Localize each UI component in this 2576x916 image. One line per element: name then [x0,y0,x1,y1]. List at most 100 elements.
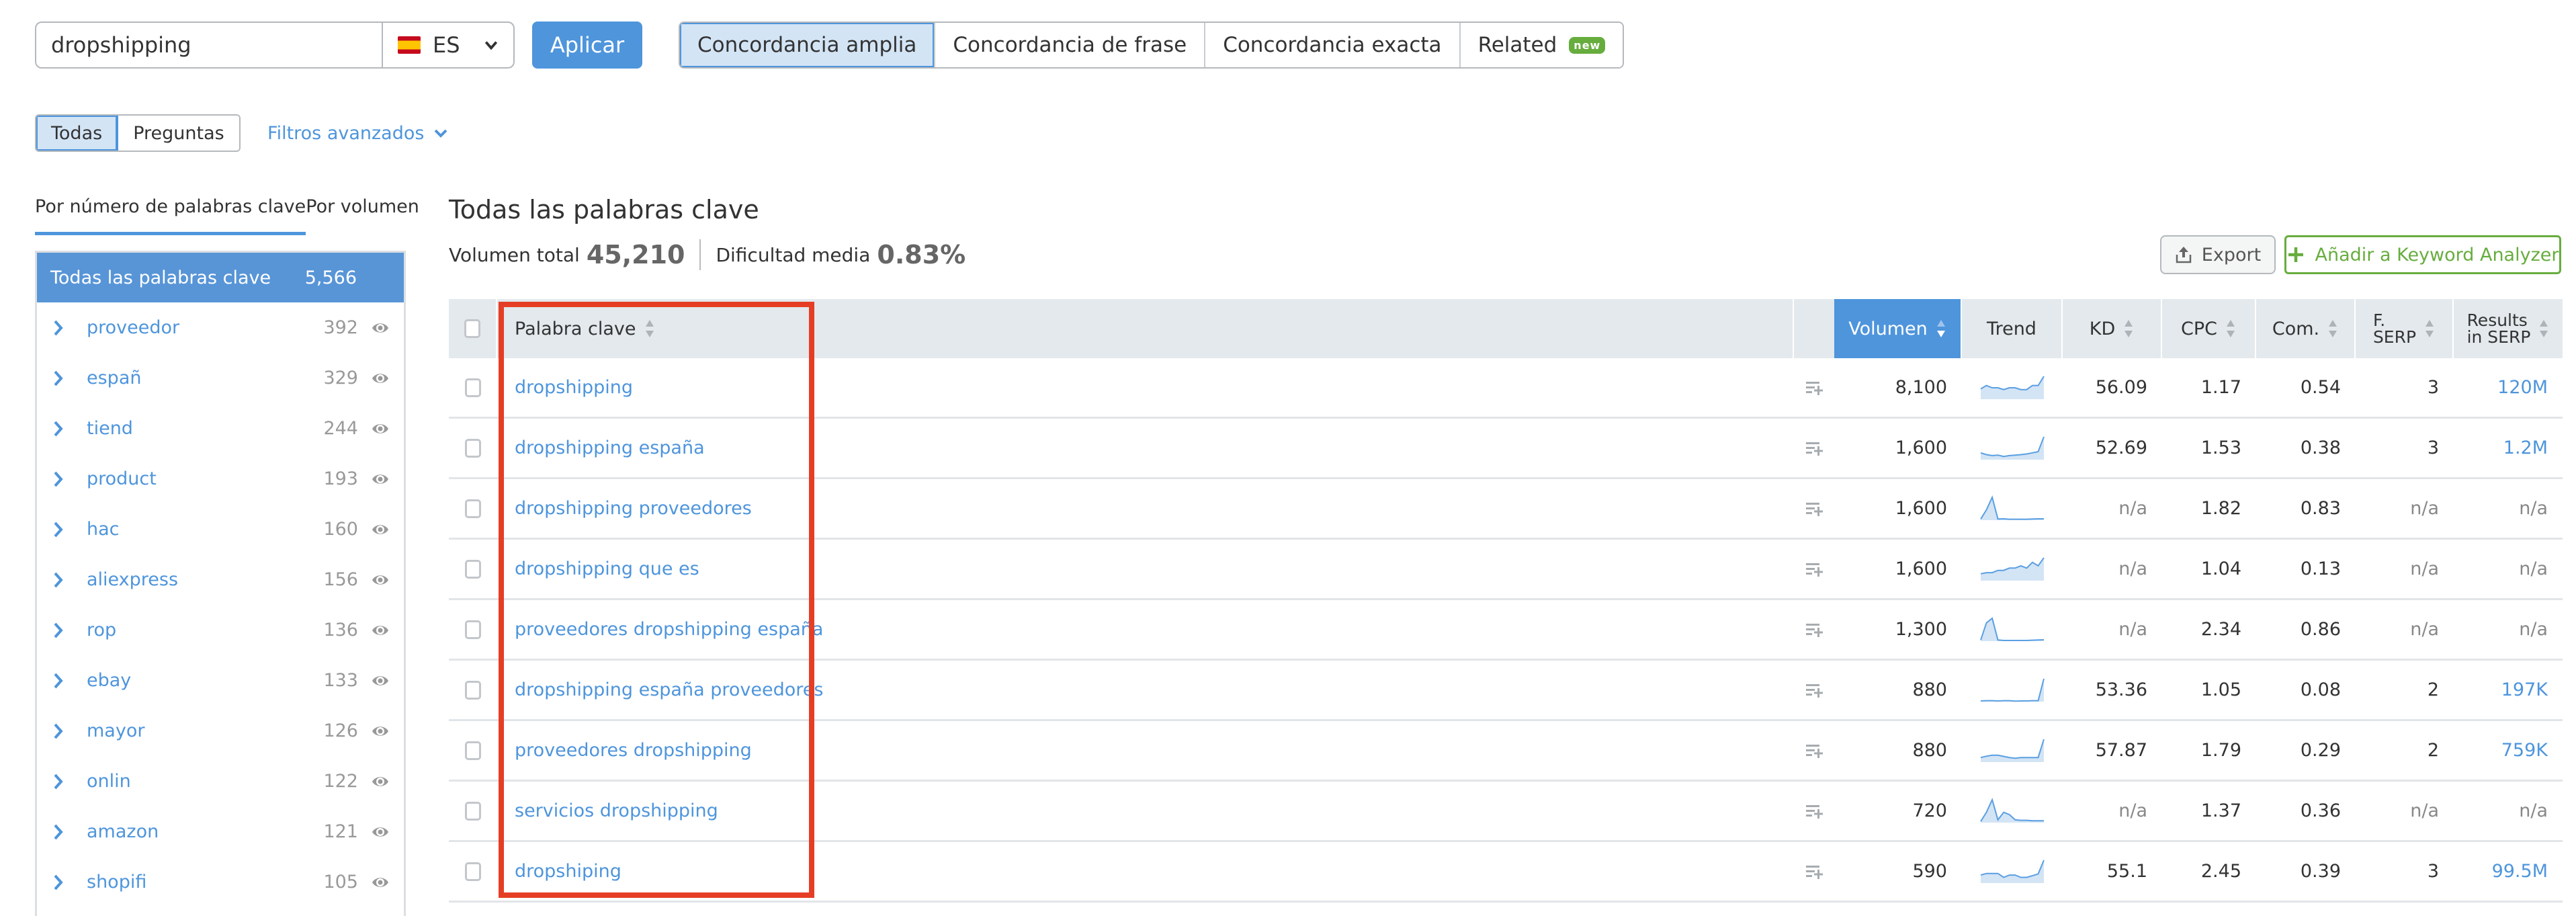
row-checkbox[interactable] [465,378,481,397]
row-checkbox[interactable] [465,438,481,458]
sidebar-item-10[interactable]: amazon 121 [37,806,404,857]
keyword-link[interactable]: dropshipping proveedores [515,498,752,519]
sort-desc-icon [1936,320,1945,337]
column-header-kd[interactable]: KD [2063,299,2162,358]
chevron-right-icon[interactable] [52,369,65,388]
sidebar-item-all-keywords[interactable]: Todas las palabras clave 5,566 [37,253,404,302]
keyword-link[interactable]: dropshiping [515,861,621,882]
sidebar-item-9[interactable]: onlin 122 [37,756,404,806]
chevron-right-icon[interactable] [52,319,65,337]
chevron-right-icon[interactable] [52,772,65,791]
tab-questions[interactable]: Preguntas [118,116,239,151]
eye-icon[interactable] [372,674,389,688]
add-to-list-icon[interactable] [1805,380,1823,396]
tab-phrase-match[interactable]: Concordancia de frase [935,23,1206,67]
column-header-volume[interactable]: Volumen [1834,299,1962,358]
eye-icon[interactable] [372,724,389,738]
column-header-competition[interactable]: Com. [2256,299,2356,358]
add-to-list-icon[interactable] [1805,622,1823,638]
results-in-serp-cell[interactable]: 197K [2454,661,2563,719]
row-checkbox[interactable] [465,680,481,700]
chevron-right-icon[interactable] [52,873,65,892]
keyword-cell: servicios dropshipping [497,782,1794,840]
sidebar-item-8[interactable]: mayor 126 [37,706,404,756]
chevron-right-icon[interactable] [52,722,65,741]
eye-icon[interactable] [372,876,389,889]
add-to-list-icon[interactable] [1805,682,1823,698]
add-to-keyword-analyzer-button[interactable]: Añadir a Keyword Analyzer [2284,235,2561,274]
add-to-list-icon[interactable] [1805,561,1823,577]
eye-icon[interactable] [372,422,389,435]
chevron-right-icon[interactable] [52,823,65,841]
eye-icon[interactable] [372,825,389,839]
export-button[interactable]: Export [2160,235,2276,274]
sidebar-item-2[interactable]: tiend 244 [37,403,404,454]
column-header-cpc[interactable]: CPC [2162,299,2256,358]
sidebar-item-count: 392 [323,317,358,338]
keyword-search-input[interactable] [36,23,382,67]
results-in-serp-cell[interactable]: 120M [2454,358,2563,417]
tab-exact-match[interactable]: Concordancia exacta [1205,23,1461,67]
eye-icon[interactable] [372,573,389,587]
sidebar-item-11[interactable]: shopifi 105 [37,857,404,907]
sidebar-item-0[interactable]: proveedor 392 [37,302,404,353]
column-header-serp-features[interactable]: F. SERP [2356,299,2454,358]
tab-broad-match[interactable]: Concordancia amplia [680,23,936,67]
select-all-checkbox[interactable] [464,319,480,338]
results-in-serp-cell[interactable]: 99.5M [2454,842,2563,901]
chevron-right-icon[interactable] [52,520,65,539]
tab-related[interactable]: Related new [1460,23,1623,67]
add-to-list-icon[interactable] [1805,743,1823,759]
sidebar-item-1[interactable]: españ 329 [37,353,404,403]
column-header-keyword[interactable]: Palabra clave [497,299,1794,358]
row-checkbox[interactable] [465,801,481,821]
sidebar-item-6[interactable]: rop 136 [37,605,404,655]
eye-icon[interactable] [372,624,389,637]
chevron-right-icon[interactable] [52,419,65,438]
eye-icon[interactable] [372,372,389,385]
tab-by-volume[interactable]: Por volumen [306,192,419,235]
advanced-filters-toggle[interactable]: Filtros avanzados [267,120,448,147]
column-header-results-in-serp[interactable]: Results in SERP [2454,299,2563,358]
add-to-list-icon[interactable] [1805,864,1823,880]
tab-by-keyword-count[interactable]: Por número de palabras clave [35,192,306,235]
sidebar-item-7[interactable]: ebay 133 [37,655,404,706]
eye-icon[interactable] [372,321,389,335]
eye-icon[interactable] [372,775,389,788]
chevron-right-icon[interactable] [52,621,65,640]
keyword-link[interactable]: dropshipping [515,377,633,398]
sidebar-item-5[interactable]: aliexpress 156 [37,554,404,605]
tab-all[interactable]: Todas [36,116,119,151]
eye-icon[interactable] [372,523,389,536]
keyword-link[interactable]: dropshipping que es [515,558,699,579]
results-in-serp-cell[interactable]: 759K [2454,721,2563,780]
chevron-right-icon[interactable] [52,671,65,690]
keyword-link[interactable]: proveedores dropshipping [515,740,752,761]
add-to-list-icon[interactable] [1805,501,1823,517]
row-checkbox[interactable] [465,862,481,881]
add-to-list-icon[interactable] [1805,440,1823,456]
column-label: Volumen [1848,318,1928,339]
keyword-link[interactable]: dropshipping españa [515,438,705,458]
kd-cell: 56.09 [2095,377,2147,398]
apply-button[interactable]: Aplicar [532,22,642,69]
sidebar-item-3[interactable]: product 193 [37,454,404,504]
row-checkbox[interactable] [465,741,481,760]
keyword-link[interactable]: proveedores dropshipping españa [515,619,823,640]
add-to-list-icon[interactable] [1805,803,1823,819]
row-checkbox[interactable] [465,559,481,579]
eye-icon[interactable] [372,472,389,486]
chevron-right-icon[interactable] [52,571,65,589]
keyword-link[interactable]: dropshipping españa proveedores [515,679,823,700]
results-in-serp-cell[interactable]: 1.2M [2454,419,2563,477]
keyword-link[interactable]: servicios dropshipping [515,800,718,821]
row-checkbox[interactable] [465,620,481,639]
database-select[interactable]: ES [382,23,513,67]
sidebar-item-label: españ [87,368,142,388]
row-checkbox[interactable] [465,499,481,518]
chevron-right-icon[interactable] [52,470,65,489]
results-in-serp-cell: n/a [2519,619,2548,640]
sidebar-item-4[interactable]: hac 160 [37,504,404,554]
add-to-list-cell [1794,600,1834,659]
trend-area [1981,436,2044,460]
